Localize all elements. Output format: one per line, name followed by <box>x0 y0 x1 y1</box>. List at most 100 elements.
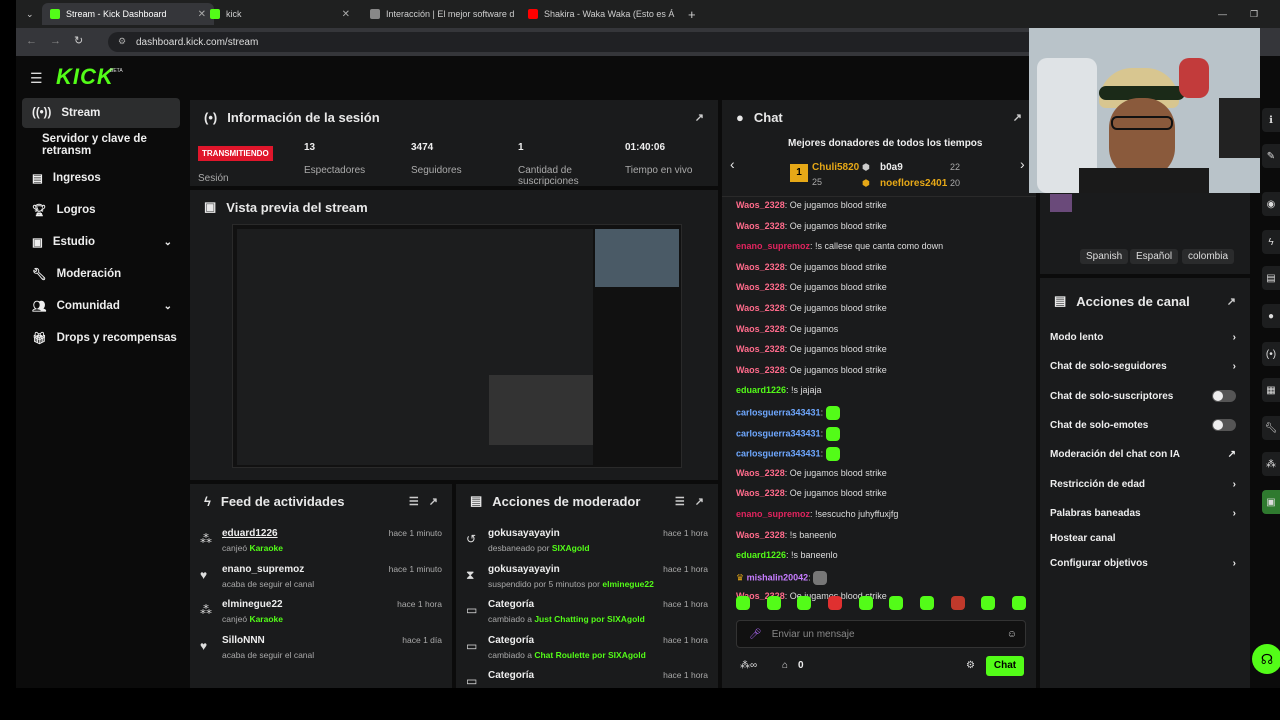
edit-icon[interactable]: ✎ <box>1262 144 1280 168</box>
chat-username[interactable]: Waos_2328 <box>736 530 785 540</box>
wrench-icon[interactable]: 🔧︎ <box>1262 416 1280 440</box>
chat-username[interactable]: Waos_2328 <box>736 200 785 210</box>
donor-name[interactable]: Chuli5820 <box>812 162 859 173</box>
redeem-icon[interactable]: ⁂ <box>1262 452 1280 476</box>
sidebar-item-stream[interactable]: ((•)) Stream <box>22 98 180 128</box>
maximize-button[interactable]: ❐ <box>1242 3 1262 25</box>
sidebar-item-comunidad[interactable]: 👥︎ Comunidad ⌄ <box>22 291 180 321</box>
emote-button-icon[interactable] <box>1011 596 1026 610</box>
filter-icon[interactable]: ☰ <box>675 495 685 508</box>
tab-list-button[interactable]: ⌄ <box>18 3 36 25</box>
donor-name[interactable]: b0a9 <box>880 162 903 173</box>
chat-username[interactable]: eduard1226 <box>736 385 786 395</box>
sidebar-item-ingresos[interactable]: ▤ Ingresos <box>22 163 180 193</box>
donor-name[interactable]: noeflores2401 <box>880 178 947 189</box>
reload-icon[interactable]: ↻ <box>74 34 83 47</box>
emote-button-icon[interactable] <box>889 596 904 610</box>
mod-action-target[interactable]: gokusayayayin <box>488 528 560 539</box>
send-chat-button[interactable]: Chat <box>986 656 1024 676</box>
emote-button-icon[interactable] <box>827 596 842 610</box>
action-configure-goals[interactable]: Configurar objetivos › <box>1050 550 1236 576</box>
info-icon[interactable]: ℹ <box>1262 108 1280 132</box>
grid-icon[interactable]: ▦ <box>1262 378 1280 402</box>
chat-bubble-icon[interactable]: ● <box>1262 304 1280 328</box>
popout-icon[interactable]: ↗ <box>1013 111 1022 124</box>
subscribers-only-toggle[interactable] <box>1212 390 1236 402</box>
chat-username[interactable]: carlosguerra343431 <box>736 449 821 459</box>
chat-username[interactable]: carlosguerra343431 <box>736 407 821 417</box>
activity-user[interactable]: enano_supremoz <box>222 564 304 575</box>
kick-logo[interactable]: KICK <box>56 64 114 90</box>
emote-button-icon[interactable] <box>858 596 873 610</box>
stream-preview-video[interactable] <box>232 224 682 468</box>
emoji-icon[interactable]: ☺ <box>1007 629 1017 640</box>
back-icon[interactable]: ← <box>26 35 37 47</box>
chat-username[interactable]: eduard1226 <box>736 550 786 560</box>
prev-chevron-icon[interactable]: ‹ <box>730 156 735 172</box>
activity-user[interactable]: elminegue22 <box>222 599 283 610</box>
settings-gear-icon[interactable]: ⚙ <box>966 660 975 671</box>
emote-button-icon[interactable] <box>736 596 750 610</box>
chat-username[interactable]: Waos_2328 <box>736 221 785 231</box>
bolt-icon[interactable]: ϟ <box>1262 230 1280 254</box>
sidebar-item-logros[interactable]: 🏆︎ Logros <box>22 195 180 225</box>
action-age-restriction[interactable]: Restricción de edad › <box>1050 471 1236 497</box>
document-icon[interactable]: ▤ <box>1262 266 1280 290</box>
chat-input[interactable]: 🎤︎ Enviar un mensaje ☺ <box>736 620 1026 648</box>
emotes-only-toggle[interactable] <box>1212 419 1236 431</box>
chat-username[interactable]: enano_supremoz <box>736 241 810 251</box>
forward-icon[interactable]: → <box>50 35 61 47</box>
support-headset-icon[interactable]: ☊ <box>1252 644 1280 674</box>
sidebar-item-drops[interactable]: 🎁︎ Drops y recompensas <box>22 323 180 353</box>
tab-stream[interactable]: Stream - Kick Dashboard ✕ <box>42 3 214 25</box>
new-tab-button[interactable]: + <box>680 3 700 25</box>
activity-user[interactable]: SilloNNN <box>222 635 265 646</box>
emote-button-icon[interactable] <box>766 596 781 610</box>
next-chevron-icon[interactable]: › <box>1020 156 1025 172</box>
popout-icon[interactable]: ↗ <box>695 111 704 124</box>
chat-username[interactable]: Waos_2328 <box>736 282 785 292</box>
chat-username[interactable]: enano_supremoz <box>736 509 810 519</box>
tab-youtube[interactable]: Shakira - Waka Waka (Esto es Á ✕ <box>520 3 680 25</box>
broadcast-icon[interactable]: (•) <box>1262 342 1280 366</box>
mod-action-target[interactable]: gokusayayayin <box>488 564 560 575</box>
site-info-icon[interactable]: ⚙ <box>118 36 126 47</box>
chat-username[interactable]: Waos_2328 <box>736 324 785 334</box>
emote-button-icon[interactable] <box>950 596 965 610</box>
chat-username[interactable]: Waos_2328 <box>736 344 785 354</box>
emote-button-icon[interactable] <box>981 596 996 610</box>
filter-icon[interactable]: ☰ <box>409 495 419 508</box>
chat-username[interactable]: mishalin20042 <box>747 572 809 582</box>
minimize-button[interactable]: — <box>1210 3 1230 25</box>
chat-username[interactable]: Waos_2328 <box>736 468 785 478</box>
chat-username[interactable]: Waos_2328 <box>736 262 785 272</box>
popout-icon[interactable]: ↗ <box>695 495 704 508</box>
emote-button-icon[interactable] <box>797 596 812 610</box>
action-followers-only[interactable]: Chat de solo-seguidores › <box>1050 353 1236 379</box>
chat-username[interactable]: carlosguerra343431 <box>736 428 821 438</box>
activity-user[interactable]: eduard1226 <box>222 528 278 539</box>
chat-username[interactable]: Waos_2328 <box>736 488 785 498</box>
active-panel-icon[interactable]: ▣ <box>1262 490 1280 514</box>
action-host-channel[interactable]: Hostear canal <box>1050 525 1236 551</box>
tab-kick[interactable]: kick ✕ <box>202 3 358 25</box>
action-slow-mode[interactable]: Modo lento › <box>1050 324 1236 350</box>
mic-icon[interactable]: 🎤︎ <box>749 629 762 640</box>
menu-icon[interactable]: ☰ <box>30 70 43 87</box>
tab-interaccion[interactable]: Interacción | El mejor software d ✕ <box>362 3 518 25</box>
action-banned-words[interactable]: Palabras baneadas › <box>1050 500 1236 526</box>
action-ai-moderation[interactable]: Moderación del chat con IA ↗ <box>1050 441 1236 467</box>
chat-username[interactable]: Waos_2328 <box>736 303 785 313</box>
camera-icon[interactable]: ◉ <box>1262 192 1280 216</box>
store-icon[interactable]: ⌂ <box>782 660 788 671</box>
points-icon[interactable]: ⁂∞ <box>740 660 757 671</box>
sidebar-item-estudio[interactable]: ▣ Estudio ⌄ <box>22 227 180 257</box>
chat-username[interactable]: Waos_2328 <box>736 365 785 375</box>
sidebar-item-moderacion[interactable]: 🔧︎ Moderación <box>22 259 180 289</box>
sidebar-item-server-key[interactable]: Servidor y clave de retransm <box>22 130 180 160</box>
emote-button-icon[interactable] <box>919 596 934 610</box>
address-bar[interactable]: ⚙ dashboard.kick.com/stream <box>108 32 1108 52</box>
popout-icon[interactable]: ↗ <box>429 495 438 508</box>
popout-icon[interactable]: ↗ <box>1227 295 1236 308</box>
close-tab-icon[interactable]: ✕ <box>342 9 350 20</box>
